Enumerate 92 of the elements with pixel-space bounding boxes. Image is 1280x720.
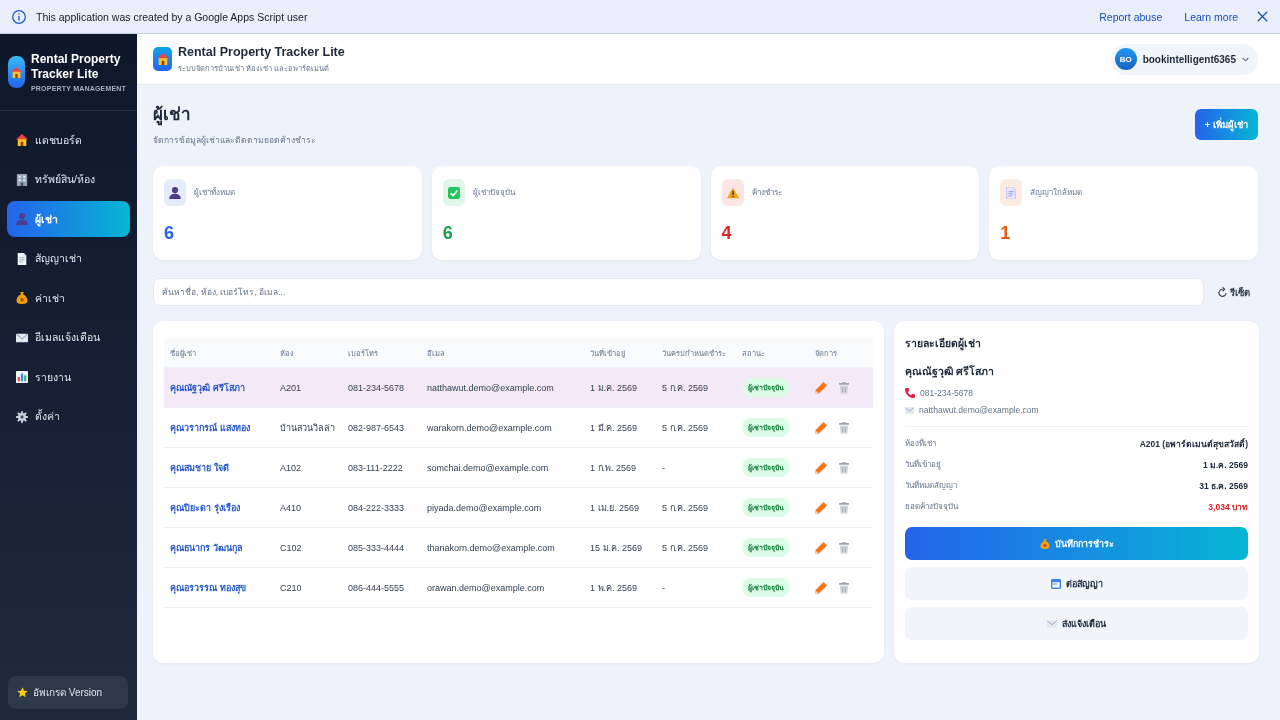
envelope-icon [905, 406, 914, 414]
money-bag-icon [1039, 538, 1050, 549]
tenant-name-link[interactable]: คุณอรวรรณ ทองสุข [170, 582, 246, 593]
add-tenant-button[interactable]: + เพิ่มผู้เช่า [1194, 109, 1258, 140]
field-label: ห้องที่เช่า [905, 437, 936, 450]
money-bag-icon [16, 292, 28, 304]
trash-icon[interactable] [839, 541, 849, 554]
trash-icon[interactable] [839, 501, 849, 514]
person-icon [16, 213, 28, 225]
app-title: Rental Property Tracker Lite [178, 44, 345, 59]
bar-chart-icon [16, 371, 28, 383]
pencil-icon[interactable] [815, 421, 827, 434]
house-icon [16, 134, 28, 146]
notice-message: This application was created by a Google Apps Script user [36, 10, 308, 23]
field-value: A201 (อพาร์ตเมนต์สุขสวัสดิ์) [1139, 437, 1248, 451]
email-address: natthawut.demo@example.com [919, 405, 1039, 415]
pencil-icon[interactable] [815, 381, 827, 394]
action-button[interactable]: ส่งแจ้งเตือน [905, 607, 1248, 640]
pencil-icon[interactable] [815, 541, 827, 554]
stat-label: ผู้เช่าทั้งหมด [194, 186, 235, 199]
stat-value: 4 [721, 224, 733, 242]
tenant-name-link[interactable]: คุณปิยะดา รุ่งเรือง [170, 502, 240, 513]
pencil-icon[interactable] [815, 581, 827, 594]
trash-icon[interactable] [839, 381, 849, 394]
nav-item[interactable]: ตั้งค่า [7, 398, 130, 435]
user-menu[interactable]: BO bookintelligent6365 [1110, 43, 1258, 75]
phone-icon [905, 388, 915, 398]
pencil-icon[interactable] [815, 461, 827, 474]
reset-button[interactable]: รีเซ็ต [1216, 278, 1258, 306]
settings-icon [16, 410, 28, 423]
trash-icon[interactable] [839, 461, 849, 474]
stat-value: 6 [442, 224, 454, 242]
phone-number: 081-234-5678 [920, 388, 973, 398]
stat-value: 1 [1000, 224, 1012, 242]
search-field[interactable]: ค้นหาชื่อ, ห้อง, เบอร์โทร, อีเมล... [153, 278, 1204, 306]
stat-label: สัญญาใกล้หมด [1030, 187, 1083, 199]
nav-item[interactable]: ผู้เช่า [7, 201, 130, 237]
table-cell: 081-234-5678 [342, 368, 421, 408]
table-cell: 5 ก.ค. 2569 [656, 368, 736, 408]
user-name: bookintelligent6365 [1142, 53, 1236, 65]
field-label: ยอดค้างปัจจุบัน [905, 501, 958, 513]
nav-item[interactable]: ทรัพย์สิน/ห้อง [7, 161, 130, 198]
action-button[interactable]: ต่อสัญญา [905, 567, 1248, 600]
brand-name: Rental Property Tracker Lite [31, 52, 122, 81]
field-value: 1 ม.ค. 2569 [1202, 458, 1248, 472]
building-icon [16, 173, 28, 186]
field-value: 3,034 บาท [1208, 500, 1248, 514]
star-icon [17, 687, 28, 698]
nav-item[interactable]: รายงาน [7, 359, 130, 395]
tenant-name: คุณณัฐวุฒิ ศรีโสภา [905, 365, 995, 378]
field-label: วันที่หมดสัญญา [905, 479, 957, 492]
panel-title: รายละเอียดผู้เช่า [905, 337, 982, 350]
tenant-name-link[interactable]: คุณวรากรณ์ แสงทอง [170, 422, 250, 433]
table-cell: 1 ม.ค. 2569 [584, 368, 656, 408]
table-cell: A201 [274, 368, 342, 408]
caret-icon [1242, 56, 1249, 62]
nav-item[interactable]: สัญญาเช่า [7, 240, 130, 277]
table-cell: natthawut.demo@example.com [421, 368, 584, 408]
tenant-name-link[interactable]: คุณธนากร วัฒนกุล [170, 542, 243, 553]
checkbox-icon [442, 179, 465, 206]
nav-item[interactable]: อีเมลแจ้งเตือน [7, 319, 130, 356]
document-icon [16, 252, 28, 265]
refresh-icon [1218, 287, 1227, 297]
action-button[interactable]: บันทึกการชำระ [905, 527, 1248, 560]
calendar-icon [1050, 578, 1061, 589]
house-logo [153, 47, 172, 71]
warning-icon [721, 179, 744, 206]
nav-item[interactable]: แดชบอร์ด [7, 122, 130, 158]
tenant-name-link[interactable]: คุณณัฐวุฒิ ศรีโสภา [170, 382, 245, 393]
page-title: ผู้เช่า [153, 105, 192, 125]
envelope-icon [1047, 618, 1057, 629]
envelope-icon [16, 331, 28, 344]
upgrade-button[interactable]: อัพเกรด Version [8, 676, 128, 709]
trash-icon[interactable] [839, 581, 849, 594]
stat-label: ผู้เช่าปัจจุบัน [472, 187, 515, 199]
info-icon [12, 9, 26, 24]
house-logo [8, 56, 25, 88]
stat-value: 6 [164, 224, 175, 242]
page-subtitle: จัดการข้อมูลผู้เช่าและติดตามยอดค้างชำระ [153, 134, 316, 147]
user-avatar: BO [1114, 48, 1137, 70]
field-label: วันที่เข้าอยู่ [905, 458, 941, 471]
stat-label: ค้างชำระ [751, 187, 782, 199]
notice-link[interactable]: Report abuse [1099, 10, 1163, 23]
close-icon[interactable] [1257, 11, 1268, 22]
trash-icon[interactable] [839, 421, 849, 434]
nav-item[interactable]: ค่าเช่า [7, 280, 130, 316]
person-icon [164, 179, 186, 206]
document-icon [1000, 179, 1023, 206]
tenant-name-link[interactable]: คุณสมชาย ใจดี [170, 462, 229, 473]
field-value: 31 ธ.ค. 2569 [1199, 479, 1248, 493]
notice-link[interactable]: Learn more [1184, 10, 1238, 23]
pencil-icon[interactable] [815, 501, 827, 514]
